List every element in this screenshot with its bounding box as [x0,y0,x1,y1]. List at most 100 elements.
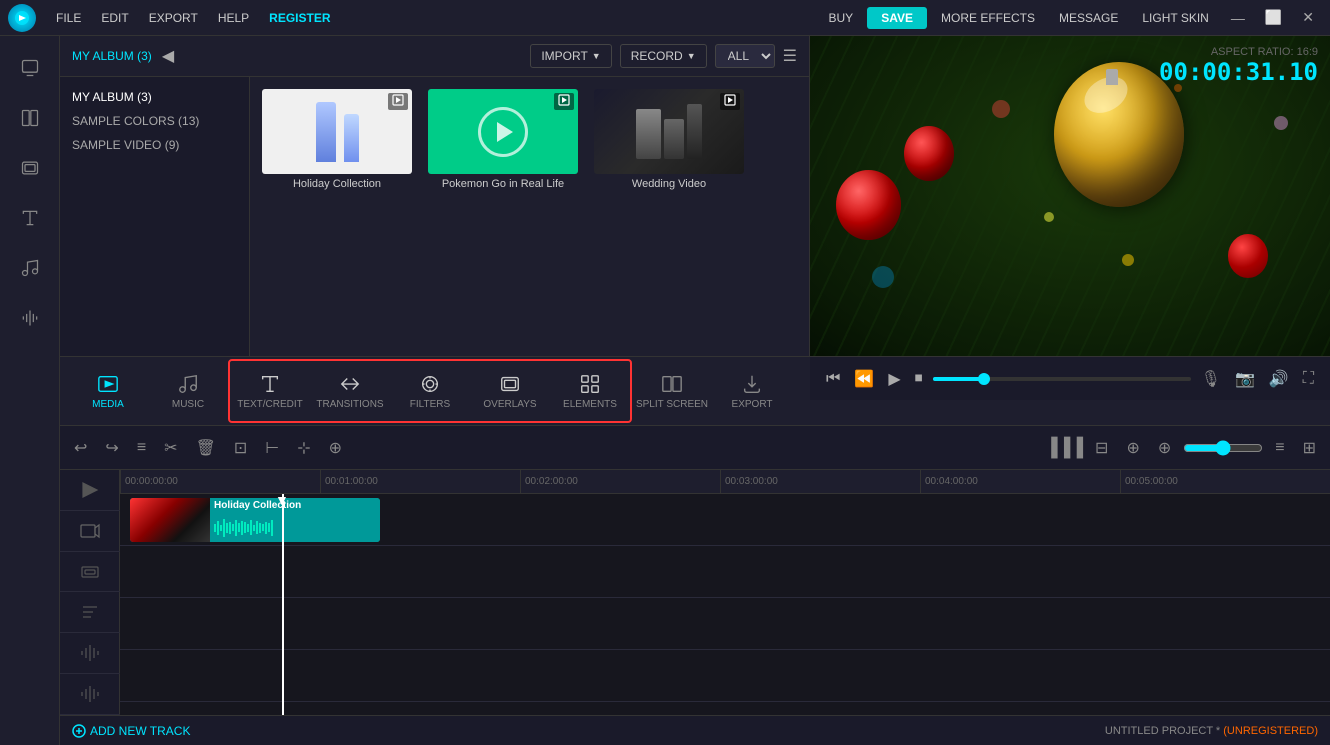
menu-register[interactable]: REGISTER [261,7,338,29]
menu-help[interactable]: HELP [210,7,257,29]
tool-text-credit[interactable]: TEXT/CREDIT [230,361,310,421]
redo-button[interactable]: ↪ [99,434,124,462]
preview-info: ASPECT RATIO: 16:9 00:00:31.10 [1159,46,1318,86]
timeline-left [60,470,120,715]
menu-file[interactable]: FILE [48,7,89,29]
sidebar-overlay[interactable] [6,144,54,192]
camera-icon[interactable]: 📷 [1231,365,1259,393]
skip-to-start-button[interactable]: ⏮ [822,366,844,392]
media-item-pokemon[interactable]: Pokemon Go in Real Life [428,89,578,190]
timeline-settings-button[interactable]: ≡ [131,435,152,461]
zoom-slider[interactable] [1183,440,1263,456]
delete-button[interactable]: 🗑 [190,434,222,462]
sidebar-audio[interactable] [6,244,54,292]
motion-button[interactable]: ⊹ [291,434,316,462]
ruler-mark-4: 00:04:00:00 [920,470,978,493]
add-marker-button[interactable]: ⊕ [1120,434,1145,462]
track-icon-text [60,592,120,633]
cut-button[interactable]: ✂ [158,434,183,462]
ruler-mark-0: 00:00:00:00 [120,470,178,493]
library-nav: MY ALBUM (3) ◀ [72,46,522,66]
zoom-fit-button[interactable]: ≡ [1269,435,1290,461]
menu-light-skin[interactable]: LIGHT SKIN [1132,7,1218,29]
menu-more-effects[interactable]: MORE EFFECTS [931,7,1045,29]
pokemon-play-icon [497,122,513,142]
filter-select[interactable]: ALL [715,44,775,68]
close-button[interactable]: ✕ [1294,5,1322,30]
media-overlay-pokemon [554,93,574,110]
undo-button[interactable]: ↩ [68,434,93,462]
play-button[interactable]: ▶ [884,365,904,393]
sidebar-audio2[interactable] [6,294,54,342]
minimize-button[interactable]: — [1223,6,1253,30]
tool-music[interactable]: MUSIC [148,361,228,421]
add-new-track-button[interactable]: ADD NEW TRACK [72,724,190,738]
import-button[interactable]: IMPORT ▼ [530,44,611,68]
track-icon-video [60,511,120,552]
audio-track [120,650,1330,702]
color-button[interactable]: ⊕ [323,434,348,462]
detach-audio-button[interactable]: ⊟ [1089,434,1114,462]
media-overlay-holiday [388,93,408,110]
tool-transitions[interactable]: TRANSITIONS [310,361,390,421]
maximize-button[interactable]: ⬜ [1257,5,1290,30]
step-forward-button[interactable]: ⏹ [911,366,927,392]
clip-thumbnail [130,498,210,542]
back-button[interactable]: ◀ [162,46,174,66]
list-view-button[interactable]: ☰ [783,46,797,66]
aspect-ratio-label: ASPECT RATIO: 16:9 [1159,46,1318,58]
lib-sidebar-sample-colors[interactable]: SAMPLE COLORS (13) [60,109,249,133]
library-header: MY ALBUM (3) ◀ IMPORT ▼ RECORD ▼ ALL [60,36,809,77]
media-overlay-wedding [720,93,740,110]
lib-sidebar-sample-video[interactable]: SAMPLE VIDEO (9) [60,133,249,157]
sidebar-add-media[interactable] [6,44,54,92]
progress-bar[interactable] [933,377,1191,381]
tool-export[interactable]: EXPORT [712,361,792,421]
audio-wave-icon[interactable]: ▐▐▐ [1045,437,1083,458]
media-item-wedding[interactable]: Wedding Video [594,89,744,190]
volume-icon[interactable]: 🔊 [1265,365,1293,393]
tool-split-screen[interactable]: SPLIT SCREEN [632,361,712,421]
ornament-red [836,170,901,240]
time-display: 00:00:31.10 [1159,58,1318,86]
grid-button[interactable]: ⊞ [1297,434,1322,462]
tool-group-highlight: TEXT/CREDIT TRANSITIONS FILTERS [228,359,632,423]
import-dropdown-arrow: ▼ [592,51,601,61]
video-clip-holiday[interactable]: Holiday Collection [130,498,380,542]
tool-filters[interactable]: FILTERS [390,361,470,421]
pokemon-circle [478,107,528,157]
library-content: MY ALBUM (3) SAMPLE COLORS (13) SAMPLE V… [60,77,809,356]
track-add-button[interactable]: ⊕ [1152,434,1177,462]
ruler-mark-1: 00:01:00:00 [320,470,378,493]
my-album-link[interactable]: MY ALBUM (3) [72,49,152,63]
sidebar-text[interactable] [6,194,54,242]
tool-overlays[interactable]: OVERLAYS [470,361,550,421]
menu-buy[interactable]: BUY [819,7,864,29]
player-controls: ⏮ ⏪ ▶ ⏹ 🎙 📷 🔊 ⛶ [810,356,1330,400]
left-sidebar [0,36,60,745]
media-label-holiday: Holiday Collection [262,178,412,190]
mic-icon[interactable]: 🎙 [1197,365,1225,393]
lib-sidebar-my-album[interactable]: MY ALBUM (3) [60,85,249,109]
tool-media[interactable]: MEDIA [68,361,148,421]
panel-top: MY ALBUM (3) ◀ IMPORT ▼ RECORD ▼ ALL [60,36,1330,356]
record-button[interactable]: RECORD ▼ [620,44,707,68]
menu-message[interactable]: MESSAGE [1049,7,1128,29]
menu-edit[interactable]: EDIT [93,7,136,29]
media-item-holiday[interactable]: Holiday Collection [262,89,412,190]
split-button[interactable]: ⊢ [259,434,285,462]
overlay-track [120,546,1330,598]
menu-export[interactable]: EXPORT [141,7,206,29]
timeline-ruler: 00:00:00:00 00:01:00:00 00:02:00:00 00:0… [120,470,1330,494]
project-status: UNTITLED PROJECT * (UNREGISTERED) [1105,725,1318,737]
library-nav-top: MY ALBUM (3) ◀ [72,46,522,66]
crop-button[interactable]: ⊡ [228,434,253,462]
video-track: Holiday Collection [120,494,1330,546]
library-panel: MY ALBUM (3) ◀ IMPORT ▼ RECORD ▼ ALL [60,36,810,356]
fullscreen-icon[interactable]: ⛶ [1299,366,1318,392]
step-back-button[interactable]: ⏪ [850,365,878,393]
timeline-right[interactable]: 00:00:00:00 00:01:00:00 00:02:00:00 00:0… [120,470,1330,715]
tool-elements[interactable]: ELEMENTS [550,361,630,421]
save-button[interactable]: SAVE [867,7,927,29]
sidebar-split-screen[interactable] [6,94,54,142]
